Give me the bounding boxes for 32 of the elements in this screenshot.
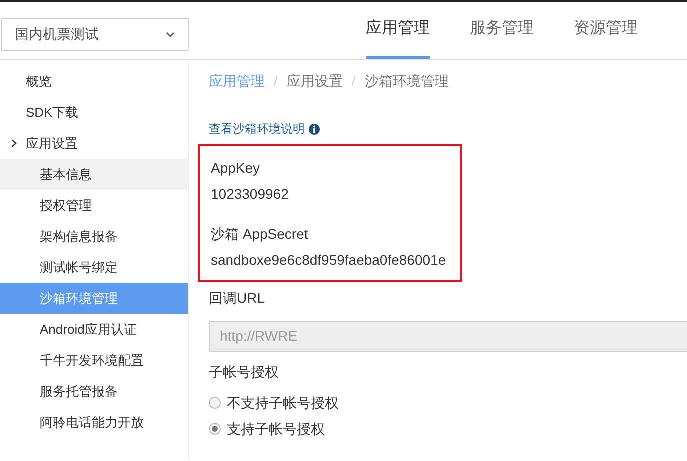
sidebar-subitem[interactable]: Android应用认证 xyxy=(0,314,188,345)
nav-tab[interactable]: 应用管理 xyxy=(366,17,430,59)
sidebar-subitem[interactable]: 千牛开发环境配置 xyxy=(0,345,188,376)
field-label: 子帐号授权 xyxy=(209,363,280,382)
radio-button[interactable] xyxy=(209,397,221,409)
breadcrumb-item: 应用设置 xyxy=(286,72,343,91)
credential-value: sandboxe9e6c8df959faeba0fe86001e xyxy=(211,251,448,270)
sidebar-subitem[interactable]: 授权管理 xyxy=(0,190,188,221)
credential-label: AppKey xyxy=(211,159,262,178)
sidebar-subitem[interactable]: 架构信息报备 xyxy=(0,221,188,252)
credential-label: 沙箱 AppSecret xyxy=(211,225,310,244)
nav-tab[interactable]: 资源管理 xyxy=(574,17,638,59)
help-link[interactable]: 查看沙箱环境说明 xyxy=(209,120,305,138)
sidebar-subitem[interactable]: 基本信息 xyxy=(0,159,188,190)
sidebar-item[interactable]: 概览 xyxy=(0,66,188,97)
field-label: 回调URL xyxy=(209,289,266,308)
nav-tab[interactable]: 服务管理 xyxy=(470,17,534,59)
radio-label: 支持子帐号授权 xyxy=(227,420,325,438)
sidebar-subitem[interactable]: 测试帐号绑定 xyxy=(0,252,188,283)
credential-value: 1023309962 xyxy=(211,185,290,204)
breadcrumb-separator: / xyxy=(352,72,356,91)
info-icon xyxy=(309,124,320,134)
sidebar-subitem[interactable]: 阿聆电话能力开放 xyxy=(0,407,188,438)
sidebar-subitem[interactable]: 服务托管报备 xyxy=(0,376,188,407)
sidebar-item[interactable]: 应用设置 xyxy=(0,128,188,159)
chevron-down-icon xyxy=(166,32,175,38)
breadcrumb-item: 沙箱环境管理 xyxy=(364,72,449,91)
radio-button[interactable] xyxy=(209,423,221,435)
sidebar-item[interactable]: SDK下载 xyxy=(0,97,188,128)
breadcrumb-separator: / xyxy=(274,72,278,91)
radio-label: 不支持子帐号授权 xyxy=(227,394,339,412)
app-select[interactable]: 国内机票测试 xyxy=(1,18,189,51)
